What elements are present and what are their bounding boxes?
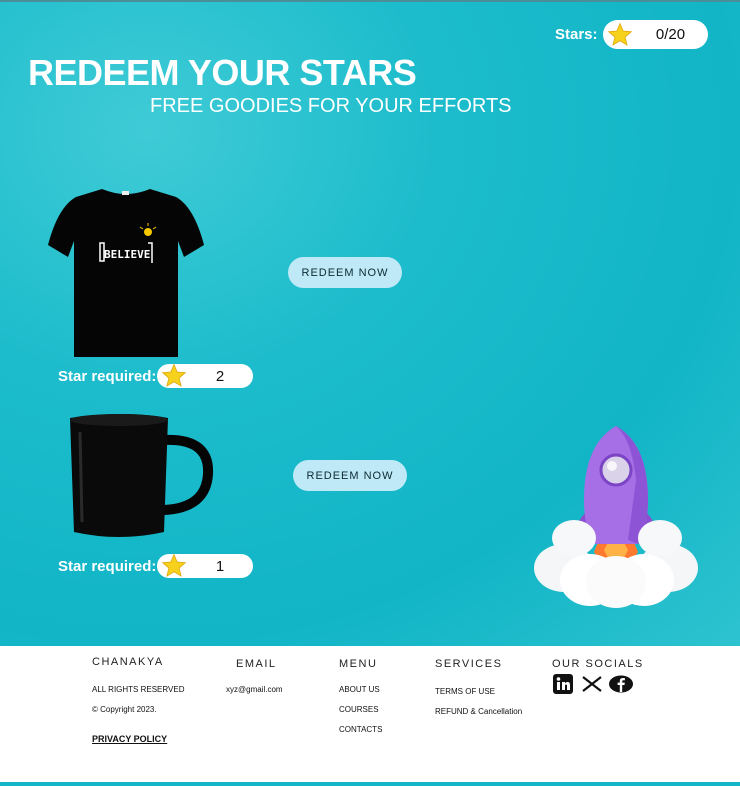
page-title: REDEEM YOUR STARS [28,52,417,93]
star-required-value: 2 [215,367,225,385]
privacy-policy-link[interactable]: PRIVACY POLICY [92,734,167,744]
facebook-icon[interactable] [609,675,633,693]
star-icon [161,363,187,387]
hero-section: Stars: 0/20 REDEEM YOUR STARS FREE GOODI… [0,0,740,646]
tshirt-image: BELIEVE [48,189,204,357]
footer-rights: ALL RIGHTS RESERVED [92,685,185,694]
footer-menu-about[interactable]: ABOUT US [339,685,380,694]
redeem-mug-button[interactable]: REDEEM NOW [293,460,407,491]
footer-email-heading: EMAIL [236,658,277,670]
footer-services-terms[interactable]: TERMS OF USE [435,687,495,696]
star-required-label: Star required: [58,558,157,575]
redeem-tshirt-button[interactable]: REDEEM NOW [288,257,402,288]
mug-image [70,414,214,537]
stars-count-value: 0/20 [655,26,686,43]
footer-menu-heading: MENU [339,658,378,670]
footer-services-heading: SERVICES [435,658,503,670]
stars-label: Stars: [555,26,598,43]
star-required-value: 1 [215,557,225,575]
star-required-label: Star required: [58,368,157,385]
tshirt-print-text: BELIEVE [104,248,150,261]
site-footer: CHANAKYA ALL RIGHTS RESERVED © Copyright… [0,646,740,786]
x-icon[interactable] [582,676,602,692]
footer-brand: CHANAKYA [92,656,164,668]
footer-socials-heading: OUR SOCIALS [552,658,644,670]
star-icon [161,553,187,577]
star-required-pill: 2 [157,363,253,388]
footer-services-refund[interactable]: REFUND & Cancellation [435,707,522,716]
star-required-pill: 1 [157,553,253,578]
footer-menu-courses[interactable]: COURSES [339,705,379,714]
footer-menu-contacts[interactable]: CONTACTS [339,725,382,734]
rocket-illustration [534,426,698,608]
stars-counter: 0/20 [603,20,708,49]
footer-email-link[interactable]: xyz@gmail.com [226,685,283,694]
footer-copyright: © Copyright 2023. [92,705,157,714]
page-subtitle: FREE GOODIES FOR YOUR EFFORTS [150,95,512,117]
linkedin-icon[interactable] [553,674,573,694]
star-icon [607,22,633,46]
